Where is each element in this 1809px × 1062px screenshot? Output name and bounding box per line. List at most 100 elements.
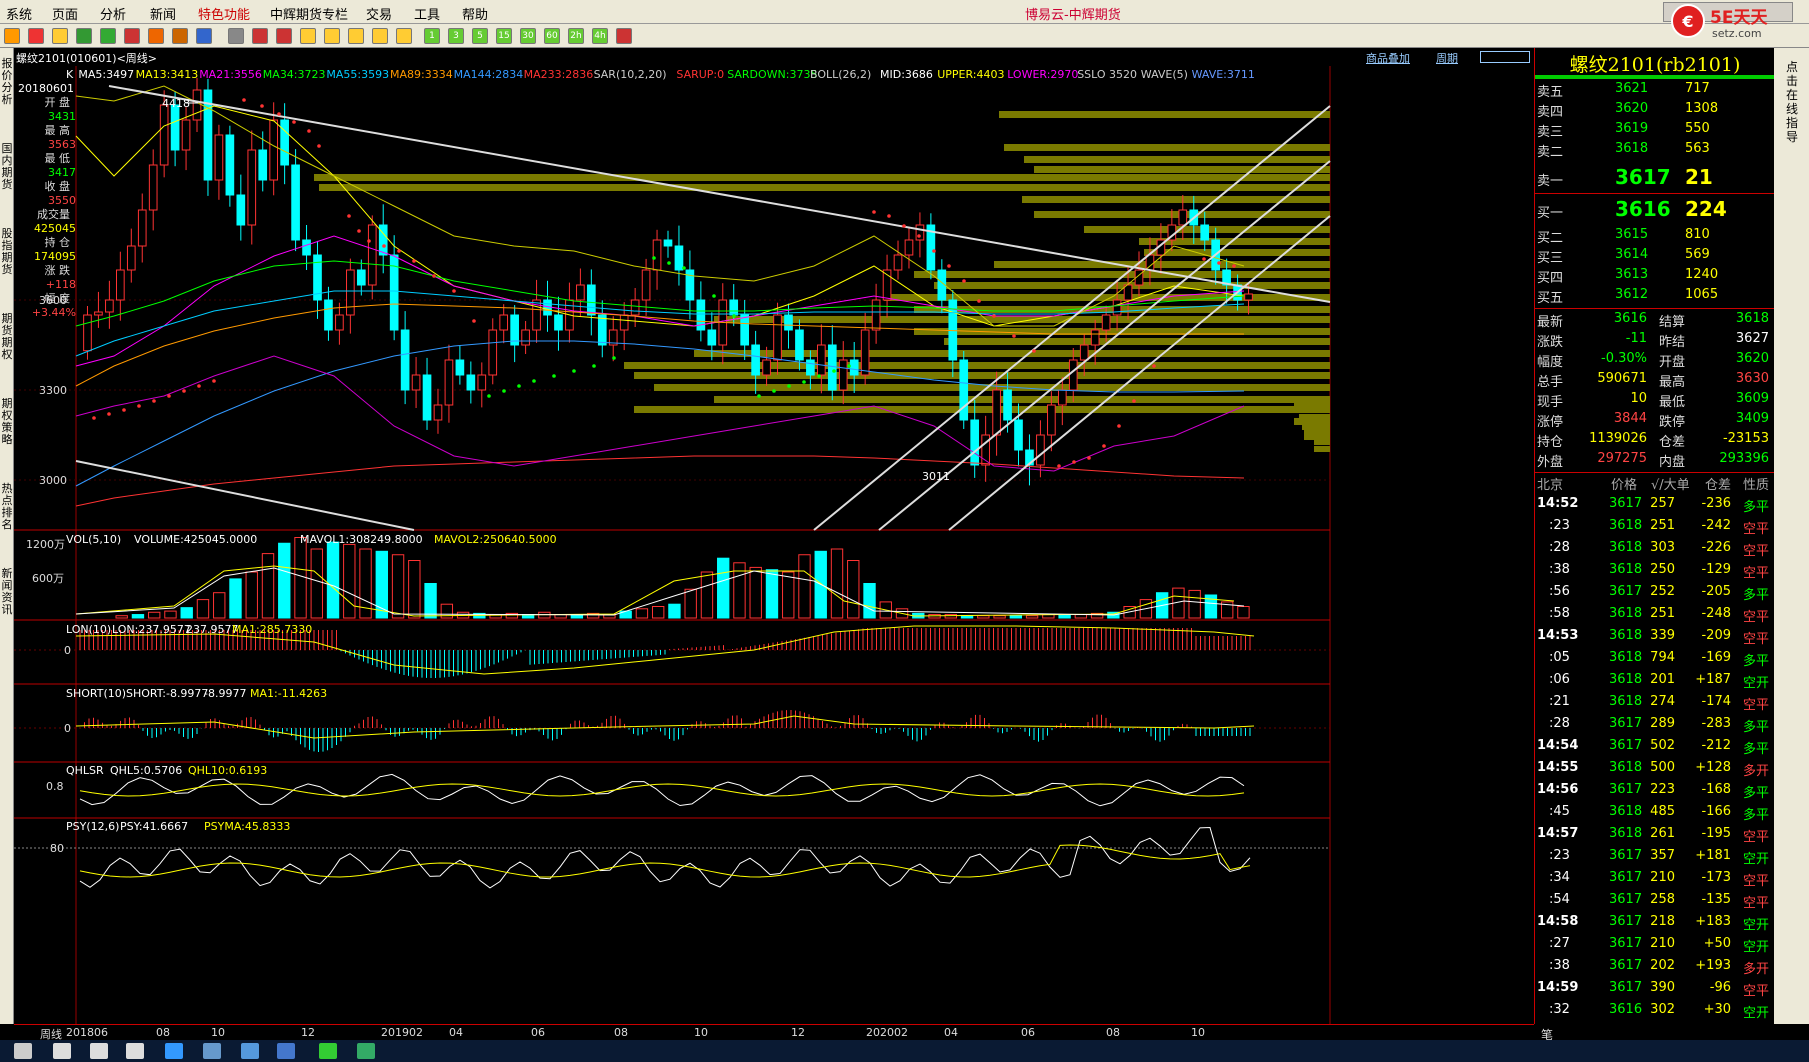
menu-trade[interactable]: 交易: [366, 4, 392, 23]
vol-title: VOL(5,10): [66, 533, 121, 546]
p60-icon[interactable]: 60: [544, 28, 560, 44]
sar-dot: [1132, 399, 1136, 403]
online-guide-text[interactable]: 点击在线指导: [1784, 60, 1800, 144]
candle-body: [137, 209, 147, 247]
grid-icon[interactable]: [228, 28, 244, 44]
menu-analysis[interactable]: 分析: [100, 4, 126, 23]
menu-tools[interactable]: 工具: [414, 4, 440, 23]
home-icon[interactable]: [28, 28, 44, 44]
copy-icon[interactable]: [100, 28, 116, 44]
p15-icon[interactable]: 15: [496, 28, 512, 44]
bid-row[interactable]: 买二 3615 810: [1535, 227, 1775, 247]
tick-row: :21 3618 274 -174 空平: [1535, 694, 1775, 716]
menu-page[interactable]: 页面: [52, 4, 78, 23]
menu-help[interactable]: 帮助: [462, 4, 488, 23]
cortana-icon[interactable]: [89, 1043, 108, 1059]
menu-news[interactable]: 新闻: [150, 4, 176, 23]
volume-bar: [310, 548, 323, 619]
sidetab-news[interactable]: 新闻资讯: [0, 568, 14, 616]
indicator-label: MA89:3334: [390, 68, 453, 81]
bid-row[interactable]: 买四 3613 1240: [1535, 267, 1775, 287]
start-icon[interactable]: [14, 1043, 32, 1059]
tick-oi-change: -96: [1709, 980, 1731, 995]
bid-price: 3613: [1615, 267, 1649, 282]
sar-dot: [872, 210, 876, 214]
sidetab-index-futures[interactable]: 股指期货: [0, 228, 14, 276]
p1-icon[interactable]: 1: [424, 28, 440, 44]
tick-volume: 502: [1650, 738, 1675, 753]
excel-icon[interactable]: [357, 1043, 375, 1059]
sidetab-option-strategy[interactable]: 期权策略: [0, 398, 14, 446]
day-icon[interactable]: [300, 28, 316, 44]
sidetab-options[interactable]: 期货期权: [0, 313, 14, 361]
year-icon[interactable]: [396, 28, 412, 44]
p30-icon[interactable]: 30: [520, 28, 536, 44]
tick-volume: 303: [1650, 540, 1675, 555]
period-link[interactable]: 周期: [1436, 50, 1458, 66]
menu-system[interactable]: 系统: [6, 4, 32, 23]
sidetab-quote[interactable]: 报价分析: [0, 58, 14, 106]
quote-title: 螺纹2101(rb2101): [1569, 54, 1741, 76]
tick-price: 3618: [1609, 826, 1643, 841]
ask-row[interactable]: 卖五 3621 717: [1535, 81, 1775, 101]
sar-dot: [847, 364, 851, 368]
menu-zhonghui[interactable]: 中辉期货专栏: [270, 4, 348, 23]
bid-row[interactable]: 买五 3612 1065: [1535, 287, 1775, 307]
chart-icon[interactable]: [252, 28, 268, 44]
tick-price: 3618: [1609, 518, 1643, 533]
back-icon[interactable]: [4, 28, 20, 44]
volume-profile-bar: [994, 261, 1330, 268]
menu-special[interactable]: 特色功能: [198, 4, 250, 23]
ask-row[interactable]: 卖二 3618 563: [1535, 141, 1775, 161]
ohlc-panel: 20180601 开 盘 3431 最 高 3563 最 低 3417 收 盘 …: [14, 82, 76, 320]
p4h-icon[interactable]: 4h: [592, 28, 608, 44]
ask-row[interactable]: 卖三 3619 550: [1535, 121, 1775, 141]
tick-row: :23 3617 357 +181 空开: [1535, 848, 1775, 870]
pen-icon[interactable]: [124, 28, 140, 44]
coin-icon[interactable]: [148, 28, 164, 44]
date-axis-label: 06: [1021, 1026, 1035, 1039]
season-icon[interactable]: [372, 28, 388, 44]
week-icon[interactable]: [324, 28, 340, 44]
app2-icon[interactable]: [240, 1043, 259, 1059]
tick-oi-change: -209: [1701, 628, 1731, 643]
bid-row[interactable]: 买一 3616 224: [1535, 197, 1775, 223]
taskview-icon[interactable]: [126, 1043, 144, 1059]
filter-icon[interactable]: [172, 28, 188, 44]
layout-buttons[interactable]: [1480, 51, 1530, 63]
app1-icon[interactable]: [203, 1043, 221, 1059]
news-icon[interactable]: [196, 28, 212, 44]
sar-dot: [572, 369, 576, 373]
p3-icon[interactable]: 3: [448, 28, 464, 44]
stat-label: 最新: [1537, 315, 1564, 330]
ie-icon[interactable]: [165, 1043, 184, 1059]
bid-row[interactable]: 买三 3614 569: [1535, 247, 1775, 267]
sar-dot: [412, 259, 416, 263]
ask-row[interactable]: 卖四 3620 1308: [1535, 101, 1775, 121]
chart-area[interactable]: 4418 3011 K MA5:3497 MA13:3413 MA21:3556 MA34:…: [14, 66, 1534, 1024]
app3-icon[interactable]: [277, 1043, 296, 1059]
sidetab-domestic[interactable]: 国内期货: [0, 143, 14, 191]
candle-body: [105, 299, 114, 313]
folder-icon[interactable]: [52, 28, 68, 44]
sar-dot: [182, 389, 186, 393]
sar-dot: [197, 384, 201, 388]
search-icon[interactable]: [53, 1043, 72, 1059]
tick-price: 3617: [1609, 782, 1643, 797]
month-icon[interactable]: [348, 28, 364, 44]
tick-price: 3618: [1609, 650, 1643, 665]
ask-row[interactable]: 卖一 3617 21: [1535, 165, 1775, 191]
tick-row: 14:56 3617 223 -168 多平: [1535, 782, 1775, 804]
sidetab-hot-rank[interactable]: 热点排名: [0, 483, 14, 531]
date-axis-label: 12: [301, 1026, 315, 1039]
volume-profile-bar: [319, 184, 1330, 191]
p2h-icon[interactable]: 2h: [568, 28, 584, 44]
ticks-header-cell: 仓差: [1705, 478, 1732, 493]
p5-icon[interactable]: 5: [472, 28, 488, 44]
wechat-icon[interactable]: [319, 1043, 338, 1059]
tick-oi-change: +193: [1695, 958, 1731, 973]
tick-icon[interactable]: [276, 28, 292, 44]
calc-icon[interactable]: [616, 28, 632, 44]
overlay-link[interactable]: 商品叠加: [1366, 50, 1410, 66]
refresh-icon[interactable]: [76, 28, 92, 44]
